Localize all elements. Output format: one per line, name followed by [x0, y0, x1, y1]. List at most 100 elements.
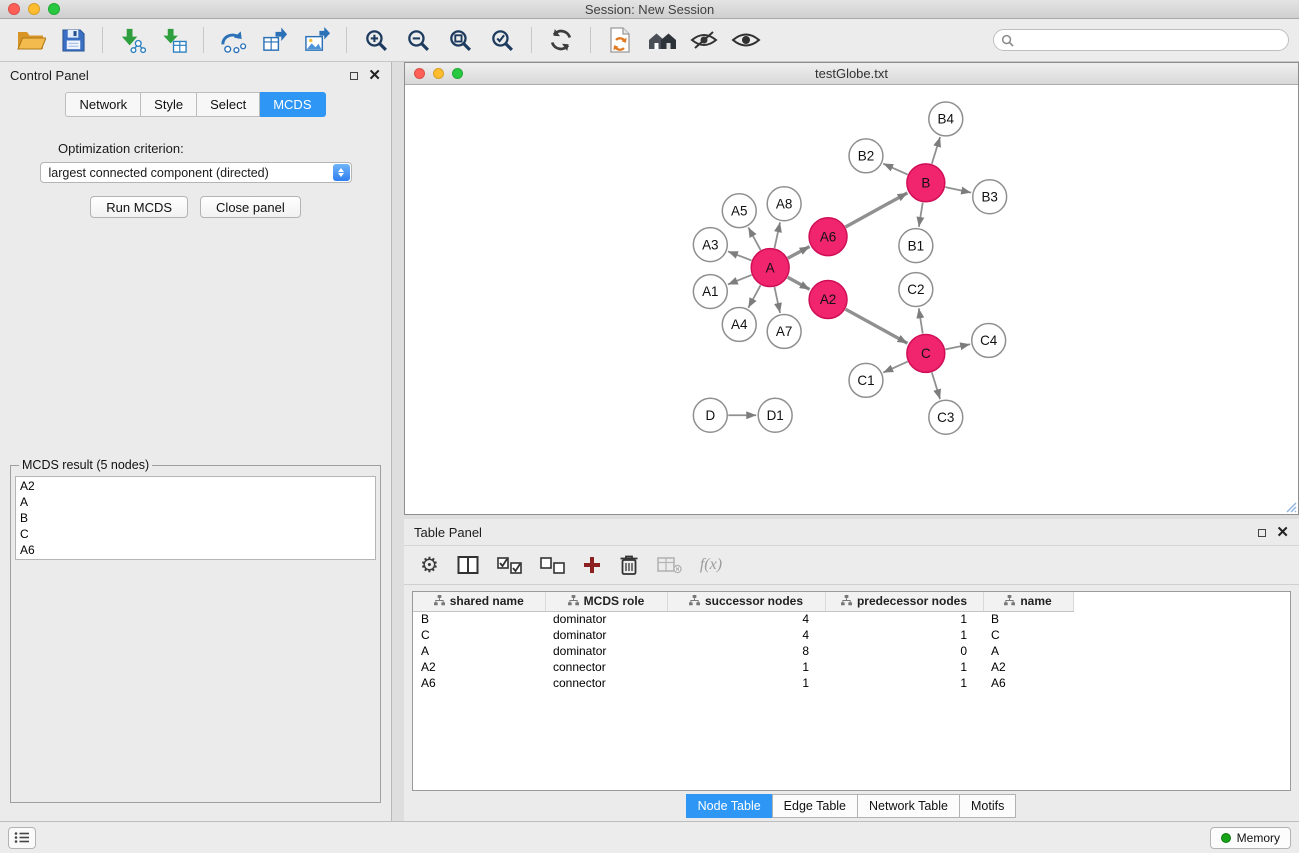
- table-row[interactable]: Cdominator41C: [413, 627, 1073, 643]
- edge-A-A5[interactable]: [748, 227, 760, 250]
- export-network-button[interactable]: [212, 22, 254, 58]
- tab-select[interactable]: Select: [197, 92, 260, 117]
- edge-C-C1[interactable]: [883, 362, 907, 373]
- graph-node-B[interactable]: B: [907, 164, 945, 202]
- close-window-button[interactable]: [8, 3, 20, 15]
- refresh-button[interactable]: [540, 22, 582, 58]
- zoom-window-button[interactable]: [48, 3, 60, 15]
- graph-node-B4[interactable]: B4: [929, 102, 963, 136]
- edge-A-A7[interactable]: [774, 287, 780, 313]
- delete-row-button[interactable]: [619, 551, 639, 579]
- table-row[interactable]: Adominator80A: [413, 643, 1073, 659]
- tab-motifs[interactable]: Motifs: [959, 794, 1016, 818]
- network-zoom-button[interactable]: [452, 68, 463, 79]
- edge-A-A4[interactable]: [748, 285, 760, 308]
- edge-A2-C[interactable]: [846, 309, 908, 343]
- criterion-dropdown[interactable]: largest connected component (directed): [40, 162, 352, 183]
- close-table-panel-icon[interactable]: ✕: [1276, 525, 1289, 540]
- graph-node-B1[interactable]: B1: [899, 229, 933, 263]
- delete-column-button[interactable]: [657, 551, 682, 579]
- zoom-out-button[interactable]: [397, 22, 439, 58]
- float-table-panel-icon[interactable]: [1258, 526, 1266, 539]
- edge-B-B4[interactable]: [932, 137, 940, 164]
- graph-node-A7[interactable]: A7: [767, 314, 801, 348]
- tab-network-table[interactable]: Network Table: [857, 794, 960, 818]
- edge-A-A1[interactable]: [728, 275, 752, 284]
- result-item[interactable]: A2: [20, 478, 371, 494]
- task-history-button[interactable]: [8, 827, 36, 849]
- deselect-all-button[interactable]: [540, 551, 565, 579]
- edge-C-C4[interactable]: [945, 344, 970, 349]
- tab-edge-table[interactable]: Edge Table: [772, 794, 858, 818]
- graph-node-A5[interactable]: A5: [722, 194, 756, 228]
- edge-B-B3[interactable]: [945, 187, 971, 193]
- edge-A6-B[interactable]: [846, 193, 908, 227]
- export-table-button[interactable]: [254, 22, 296, 58]
- close-panel-icon[interactable]: ✕: [368, 68, 381, 83]
- search-input[interactable]: [1019, 33, 1281, 47]
- memory-button[interactable]: Memory: [1210, 827, 1291, 849]
- graph-node-A2[interactable]: A2: [809, 281, 847, 319]
- float-panel-icon[interactable]: [350, 69, 358, 82]
- toolbar-search[interactable]: [993, 29, 1289, 51]
- graph-node-D1[interactable]: D1: [758, 398, 792, 432]
- table-row[interactable]: A2connector11A2: [413, 659, 1073, 675]
- graph-node-C2[interactable]: C2: [899, 273, 933, 307]
- network-close-button[interactable]: [414, 68, 425, 79]
- column-browser-button[interactable]: [457, 551, 479, 579]
- column-header-shared-name[interactable]: shared name: [413, 592, 545, 611]
- add-row-button[interactable]: [583, 551, 601, 579]
- table-row[interactable]: A6connector11A6: [413, 675, 1073, 691]
- edge-B-B1[interactable]: [919, 203, 923, 227]
- save-session-button[interactable]: [52, 22, 94, 58]
- zoom-in-button[interactable]: [355, 22, 397, 58]
- tab-node-table[interactable]: Node Table: [686, 794, 773, 818]
- edge-A-A6[interactable]: [788, 247, 810, 259]
- network-homes-button[interactable]: [641, 22, 683, 58]
- graph-node-B3[interactable]: B3: [973, 180, 1007, 214]
- export-image-button[interactable]: [296, 22, 338, 58]
- network-graph[interactable]: B4B2BB3A5A8A6B1A3AA1C2A2A4A7C4CC1C3DD1: [405, 85, 1298, 514]
- edge-A-A2[interactable]: [788, 277, 810, 289]
- edge-C-C2[interactable]: [919, 308, 923, 333]
- tab-mcds[interactable]: MCDS: [260, 92, 325, 117]
- edge-A-A3[interactable]: [728, 251, 752, 260]
- run-mcds-button[interactable]: Run MCDS: [90, 196, 188, 218]
- resize-grip-icon[interactable]: [1285, 501, 1297, 513]
- graph-node-C3[interactable]: C3: [929, 400, 963, 434]
- column-header-predecessor-nodes[interactable]: predecessor nodes: [825, 592, 983, 611]
- select-all-button[interactable]: [497, 551, 522, 579]
- edge-C-C3[interactable]: [932, 372, 940, 399]
- edge-A-A8[interactable]: [774, 222, 780, 248]
- network-canvas[interactable]: B4B2BB3A5A8A6B1A3AA1C2A2A4A7C4CC1C3DD1: [405, 85, 1298, 514]
- graph-node-C[interactable]: C: [907, 334, 945, 372]
- graph-node-A8[interactable]: A8: [767, 187, 801, 221]
- tab-network[interactable]: Network: [65, 92, 141, 117]
- graph-node-A[interactable]: A: [751, 249, 789, 287]
- apply-function-button[interactable]: f(x): [700, 551, 722, 579]
- edge-B-B2[interactable]: [883, 164, 907, 175]
- document-arrows-button[interactable]: [599, 22, 641, 58]
- graph-node-D[interactable]: D: [693, 398, 727, 432]
- graph-node-A4[interactable]: A4: [722, 307, 756, 341]
- result-item[interactable]: C: [20, 526, 371, 542]
- tab-style[interactable]: Style: [141, 92, 197, 117]
- node-table-container[interactable]: shared nameMCDS rolesuccessor nodesprede…: [412, 591, 1291, 791]
- graph-node-A6[interactable]: A6: [809, 218, 847, 256]
- import-table-button[interactable]: [153, 22, 195, 58]
- hide-graphics-button[interactable]: [683, 22, 725, 58]
- column-header-successor-nodes[interactable]: successor nodes: [667, 592, 825, 611]
- import-network-button[interactable]: [111, 22, 153, 58]
- result-item[interactable]: B: [20, 510, 371, 526]
- graph-node-A1[interactable]: A1: [693, 275, 727, 309]
- result-item[interactable]: A6: [20, 542, 371, 558]
- graph-node-A3[interactable]: A3: [693, 228, 727, 262]
- column-header-name[interactable]: name: [983, 592, 1073, 611]
- graph-node-C4[interactable]: C4: [972, 323, 1006, 357]
- show-graphics-button[interactable]: [725, 22, 767, 58]
- zoom-fit-button[interactable]: [439, 22, 481, 58]
- graph-node-C1[interactable]: C1: [849, 363, 883, 397]
- table-row[interactable]: Bdominator41B: [413, 611, 1073, 627]
- result-item[interactable]: A: [20, 494, 371, 510]
- table-settings-button[interactable]: ⚙: [420, 551, 439, 579]
